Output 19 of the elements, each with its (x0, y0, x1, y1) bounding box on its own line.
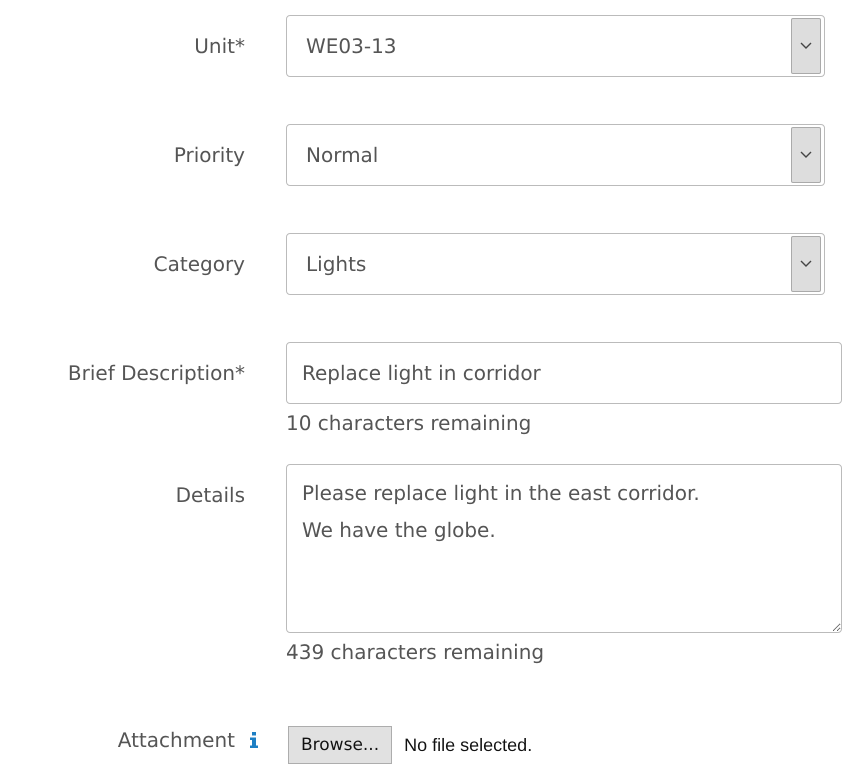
browse-button[interactable]: Browse... (288, 726, 392, 764)
dropdown[interactable]: WE03-13 (286, 15, 825, 77)
field-label: Category (154, 252, 245, 276)
field-label: Priority (174, 143, 245, 167)
dropdown[interactable]: Normal (286, 124, 825, 186)
field-label: Brief Description* (68, 361, 245, 385)
chevron-down-icon (800, 260, 812, 268)
chevron-down-icon (800, 151, 812, 159)
helper-text: 439 characters remaining (286, 639, 546, 666)
info-icon[interactable] (249, 732, 259, 748)
text-area[interactable]: Please replace light in the east corridor. We have the globe. (286, 464, 842, 633)
file-status: No file selected. (404, 734, 532, 756)
dropdown[interactable]: Lights (286, 233, 825, 295)
helper-text: 10 characters remaining (286, 410, 532, 437)
field-label: Attachment (118, 728, 235, 752)
field-label: Unit* (194, 34, 245, 58)
chevron-down-icon (800, 42, 812, 50)
text-field[interactable]: Replace light in corridor (286, 342, 842, 404)
field-label: Details (176, 483, 245, 507)
